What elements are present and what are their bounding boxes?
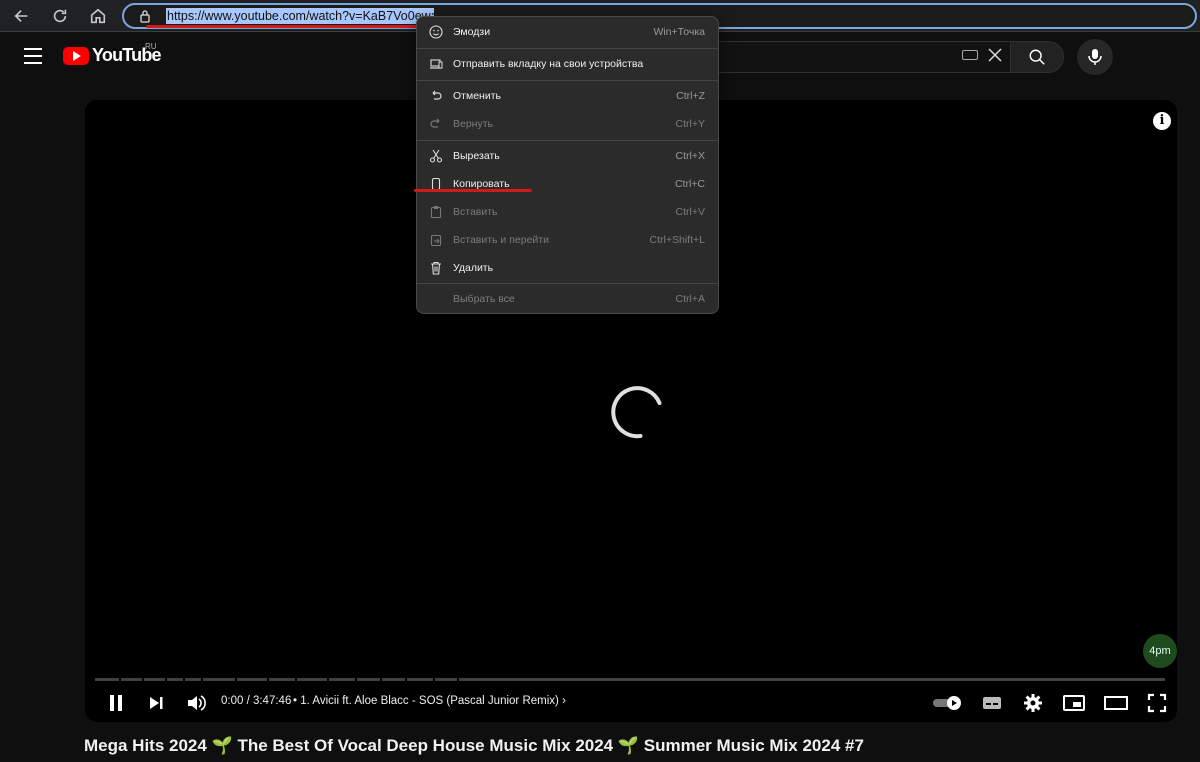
autoplay-icon	[933, 696, 961, 710]
search-icon	[1029, 49, 1045, 65]
subtitles-icon	[983, 697, 1001, 709]
annotation-underline-copy	[414, 189, 532, 192]
menu-item-select-all[interactable]: Выбрать все Ctrl+A	[417, 287, 718, 313]
miniplayer-button[interactable]	[1062, 692, 1086, 714]
microphone-icon	[1088, 49, 1102, 65]
menu-item-shortcut: Ctrl+A	[675, 293, 705, 305]
player-controls: 0:00 / 3:47:46 • 1. Avicii ft. Aloe Blac…	[85, 685, 1177, 721]
menu-item-label: Выбрать все	[453, 293, 515, 305]
menu-item-label: Удалить	[453, 262, 494, 274]
theater-mode-button[interactable]	[1103, 692, 1129, 714]
emoji-icon	[429, 25, 443, 39]
menu-item-shortcut: Ctrl+Z	[676, 90, 705, 102]
url-text[interactable]: https://www.youtube.com/watch?v=KaB7Vo0e…	[166, 8, 434, 24]
region-code: RU	[145, 42, 157, 51]
theater-icon	[1104, 696, 1128, 710]
back-button[interactable]	[10, 4, 34, 28]
subtitles-button[interactable]	[980, 692, 1004, 714]
menu-item-emoji[interactable]: Эмодзи Win+Точка	[417, 20, 718, 46]
settings-button[interactable]	[1021, 692, 1045, 714]
menu-item-send-tab[interactable]: Отправить вкладку на свои устройства	[417, 52, 718, 78]
paste-icon	[430, 206, 442, 219]
annotation-underline-url	[146, 25, 432, 28]
cut-icon	[429, 149, 443, 163]
reload-button[interactable]	[48, 4, 72, 28]
send-to-devices-icon	[430, 59, 443, 69]
chapter-label: 1. Avicii ft. Aloe Blacc - SOS (Pascal J…	[300, 695, 559, 707]
paste-and-go-icon	[430, 234, 442, 247]
miniplayer-icon	[1063, 695, 1085, 711]
trash-icon	[431, 261, 441, 275]
time-display: 0:00 / 3:47:46	[221, 695, 292, 707]
menu-item-label: Вставить	[453, 206, 498, 218]
menu-item-label: Вернуть	[453, 118, 494, 130]
autoplay-toggle[interactable]	[931, 692, 965, 714]
youtube-logo[interactable]: YouTube RU	[63, 42, 162, 66]
menu-icon[interactable]	[24, 48, 42, 69]
fullscreen-button[interactable]	[1146, 692, 1168, 714]
menu-item-label: Отправить вкладку на свои устройства	[453, 58, 644, 70]
chapter-title[interactable]: • 1. Avicii ft. Aloe Blacc - SOS (Pascal…	[293, 695, 566, 707]
menu-divider	[417, 140, 718, 141]
menu-item-redo[interactable]: Вернуть Ctrl+Y	[417, 112, 718, 138]
fullscreen-icon	[1147, 693, 1167, 713]
menu-item-undo[interactable]: Отменить Ctrl+Z	[417, 84, 718, 110]
menu-item-shortcut: Ctrl+X	[675, 150, 705, 162]
context-menu: Эмодзи Win+Точка Отправить вкладку на св…	[416, 16, 719, 314]
search-button[interactable]	[1010, 41, 1064, 73]
menu-item-label: Эмодзи	[453, 26, 491, 38]
menu-item-label: Отменить	[453, 90, 501, 102]
pause-button[interactable]	[105, 692, 127, 714]
video-title: Mega Hits 2024 🌱 The Best Of Vocal Deep …	[84, 736, 864, 755]
redo-icon	[430, 118, 440, 128]
close-icon[interactable]	[986, 46, 1004, 64]
menu-item-paste[interactable]: Вставить Ctrl+V	[417, 200, 718, 226]
menu-item-shortcut: Ctrl+Y	[675, 118, 705, 130]
youtube-play-icon	[63, 46, 89, 65]
loading-spinner-icon	[611, 386, 662, 439]
gear-icon	[1024, 694, 1042, 712]
arrow-left-icon	[14, 10, 28, 22]
menu-item-shortcut: Ctrl+V	[675, 206, 705, 218]
undo-icon	[432, 90, 442, 100]
refresh-icon	[53, 9, 67, 23]
lock-icon[interactable]	[138, 9, 152, 23]
home-button[interactable]	[86, 4, 110, 28]
home-icon	[90, 8, 106, 24]
menu-item-paste-and-go[interactable]: Вставить и перейти Ctrl+Shift+L	[417, 228, 718, 254]
menu-item-shortcut: Ctrl+C	[674, 178, 705, 190]
menu-divider	[417, 283, 718, 284]
keyboard-icon[interactable]	[962, 50, 978, 60]
menu-divider	[417, 80, 718, 81]
menu-item-cut[interactable]: Вырезать Ctrl+X	[417, 144, 718, 170]
progress-bar[interactable]	[95, 678, 1165, 681]
menu-item-copy[interactable]: Копировать Ctrl+C	[417, 172, 718, 198]
voice-search-button[interactable]	[1077, 39, 1113, 75]
info-icon[interactable]: i	[1153, 112, 1171, 130]
menu-item-shortcut: Win+Точка	[653, 26, 705, 38]
menu-item-shortcut: Ctrl+Shift+L	[649, 234, 705, 246]
volume-button[interactable]	[185, 692, 207, 714]
menu-divider	[417, 48, 718, 49]
menu-item-delete[interactable]: Удалить	[417, 256, 718, 282]
volume-icon	[188, 695, 206, 711]
next-button[interactable]	[145, 692, 167, 714]
pause-icon	[110, 695, 122, 711]
menu-item-label: Вырезать	[453, 150, 500, 162]
channel-watermark[interactable]: 4pm	[1143, 634, 1177, 668]
skip-next-icon	[150, 697, 163, 709]
menu-item-label: Вставить и перейти	[453, 234, 549, 246]
